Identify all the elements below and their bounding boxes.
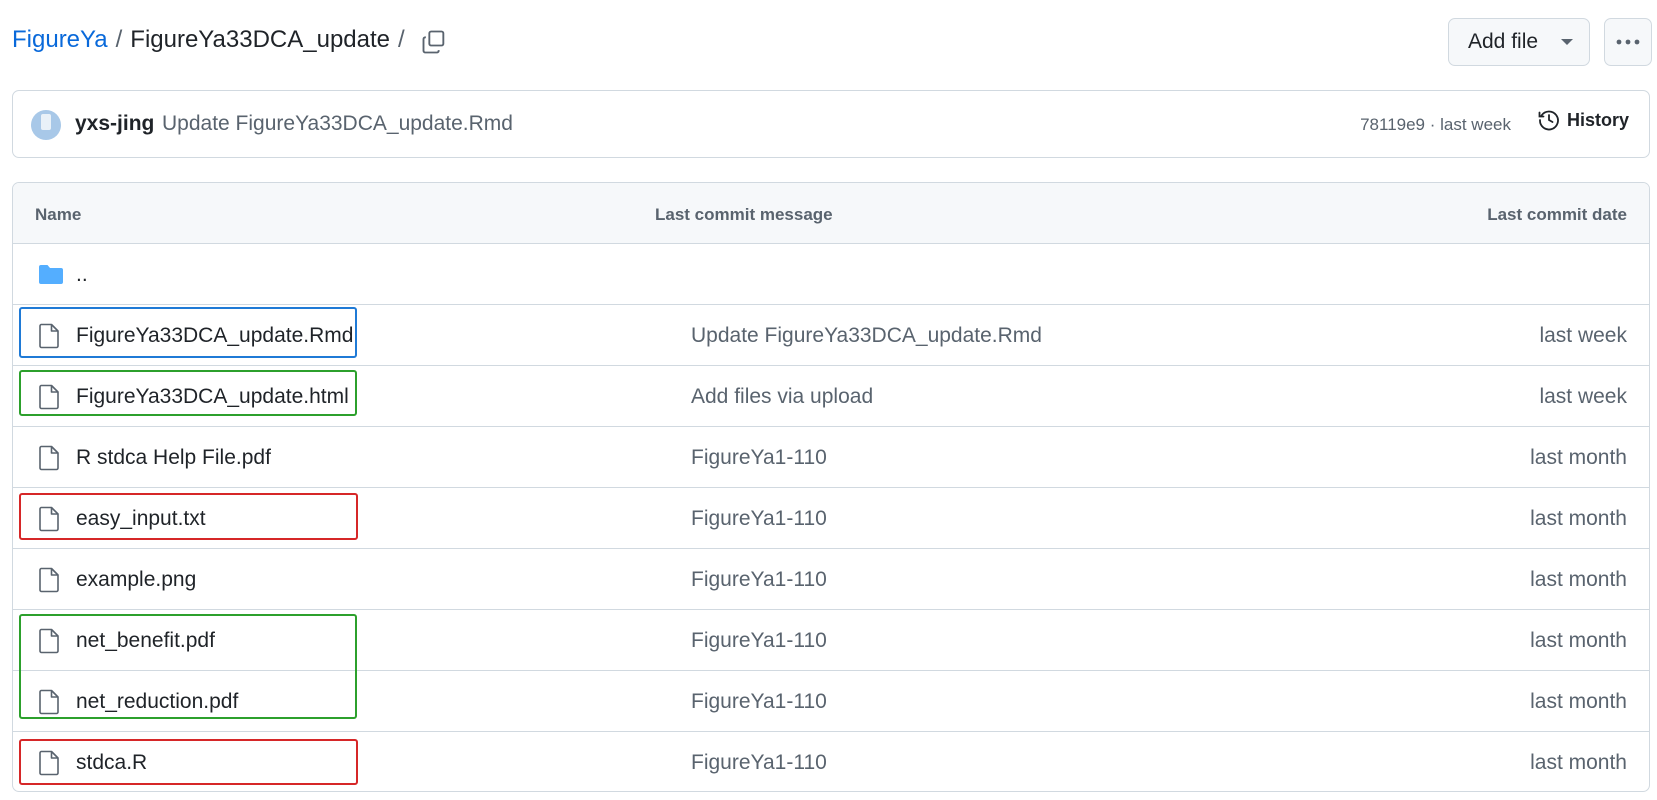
copy-icon[interactable] [420, 28, 448, 56]
file-name-link[interactable]: R stdca Help File.pdf [76, 446, 271, 470]
commit-date: last week [1539, 324, 1627, 347]
file-name-link[interactable]: example.png [76, 568, 196, 592]
history-icon [1538, 110, 1559, 131]
file-table: Name Last commit message Last commit dat… [12, 182, 1650, 792]
commit-message-link[interactable]: Add files via upload [691, 385, 873, 409]
commit-date: last month [1530, 568, 1627, 591]
add-file-button[interactable]: Add file [1448, 18, 1590, 66]
table-row[interactable]: easy_input.txt FigureYa1-110 last month [13, 488, 1649, 549]
commit-message-link[interactable]: FigureYa1-110 [691, 690, 827, 714]
latest-commit-bar: yxs-jing Update FigureYa33DCA_update.Rmd… [12, 90, 1650, 158]
commit-sha-time[interactable]: 78119e9 · last week [1360, 115, 1511, 135]
breadcrumb: FigureYa / FigureYa33DCA_update / [12, 26, 413, 54]
commit-date: last week [1539, 385, 1627, 408]
file-icon [38, 689, 60, 721]
commit-message-link[interactable]: FigureYa1-110 [691, 446, 827, 470]
commit-date: last month [1530, 690, 1627, 713]
commit-message-link[interactable]: FigureYa1-110 [691, 629, 827, 653]
file-name-link[interactable]: net_reduction.pdf [76, 690, 238, 714]
file-icon [38, 628, 60, 660]
commit-message-link[interactable]: FigureYa1-110 [691, 751, 827, 775]
table-row[interactable]: FigureYa33DCA_update.html Add files via … [13, 366, 1649, 427]
add-file-label: Add file [1468, 30, 1539, 53]
breadcrumb-repo-link[interactable]: FigureYa [12, 26, 108, 54]
commit-date: last month [1530, 446, 1627, 469]
commit-message-link[interactable]: Update FigureYa33DCA_update.Rmd [691, 324, 1042, 348]
table-row[interactable]: FigureYa33DCA_update.Rmd Update FigureYa… [13, 305, 1649, 366]
more-options-button[interactable] [1604, 18, 1652, 66]
commit-message-link[interactable]: FigureYa1-110 [691, 507, 827, 531]
folder-icon [38, 262, 64, 292]
file-name-link[interactable]: FigureYa33DCA_update.html [76, 385, 349, 409]
file-icon [38, 323, 60, 355]
avatar[interactable] [31, 110, 61, 140]
column-header-name: Name [35, 205, 82, 224]
commit-date: last month [1530, 751, 1627, 774]
file-icon [38, 506, 60, 538]
file-name-link[interactable]: stdca.R [76, 751, 147, 775]
repo-header: FigureYa / FigureYa33DCA_update / Add fi… [0, 0, 1657, 88]
breadcrumb-current-directory: FigureYa33DCA_update [130, 26, 391, 53]
parent-directory-row[interactable]: .. [13, 244, 1649, 305]
table-row[interactable]: example.png FigureYa1-110 last month [13, 549, 1649, 610]
breadcrumb-separator: / [115, 26, 123, 53]
table-row[interactable]: net_reduction.pdf FigureYa1-110 last mon… [13, 671, 1649, 732]
file-icon [38, 567, 60, 599]
parent-directory-link[interactable]: .. [76, 263, 88, 287]
chevron-down-icon [1561, 39, 1573, 45]
file-name-link[interactable]: net_benefit.pdf [76, 629, 215, 653]
commit-message-link[interactable]: FigureYa1-110 [691, 568, 827, 592]
column-header-message: Last commit message [655, 205, 833, 224]
commit-date: last month [1530, 629, 1627, 652]
column-header-date: Last commit date [1487, 205, 1627, 224]
file-icon [38, 384, 60, 416]
file-table-header: Name Last commit message Last commit dat… [13, 183, 1649, 244]
commit-author-link[interactable]: yxs-jing [75, 112, 154, 136]
file-icon [38, 445, 60, 477]
table-row[interactable]: stdca.R FigureYa1-110 last month [13, 732, 1649, 791]
commit-date: last month [1530, 507, 1627, 530]
commit-message-link[interactable]: Update FigureYa33DCA_update.Rmd [162, 112, 513, 136]
file-icon [38, 750, 60, 782]
history-button[interactable]: History [1537, 108, 1629, 132]
table-row[interactable]: R stdca Help File.pdf FigureYa1-110 last… [13, 427, 1649, 488]
kebab-horizontal-icon [1616, 39, 1640, 45]
file-name-link[interactable]: FigureYa33DCA_update.Rmd [76, 324, 353, 348]
table-row[interactable]: net_benefit.pdf FigureYa1-110 last month [13, 610, 1649, 671]
file-name-link[interactable]: easy_input.txt [76, 507, 206, 531]
history-label: History [1566, 109, 1629, 130]
breadcrumb-trailing-separator: / [398, 26, 405, 53]
